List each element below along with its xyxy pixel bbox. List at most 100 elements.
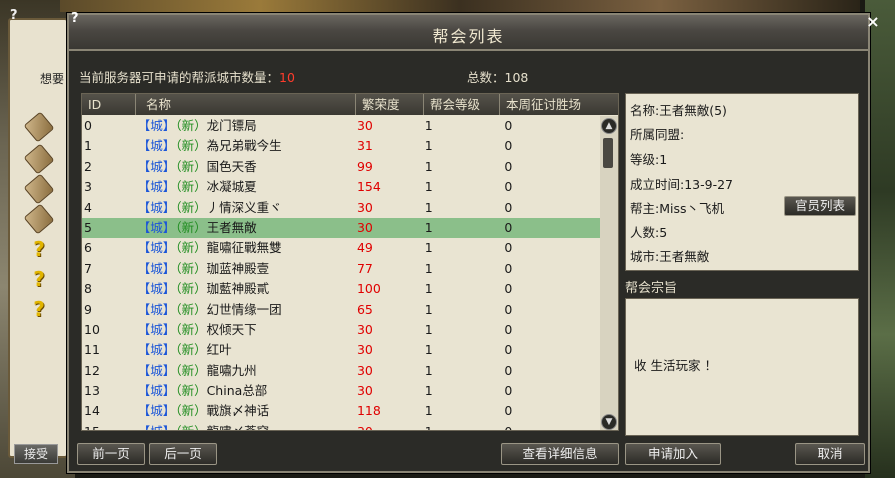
scrollbar-thumb[interactable] [603,138,613,168]
new-tag: （新） [175,301,207,317]
row-id: 6 [84,240,92,256]
row-honor: 30 [356,383,373,399]
row-honor: 30 [355,422,423,430]
header-honor[interactable]: 繁荣度 [356,94,424,115]
row-level: 1 [424,403,433,419]
info-members: 人数:5 [630,225,668,240]
table-row[interactable]: 6 【城】（新）龍嘯征戰無雙 49 1 0 [82,238,602,258]
row-name: 【城】（新）王者無敵 [138,218,355,238]
row-level: 1 [424,219,433,235]
guild-name: 冰凝城夏 [206,179,257,195]
dialog-title: 帮会列表 [432,27,505,46]
yellow-question-icon[interactable]: ? [28,238,50,260]
new-tag: （新） [175,342,207,358]
table-row[interactable]: 9 【城】（新）幻世情缘一团 65 1 0 [82,300,602,320]
table-row[interactable]: 11 【城】（新）红叶 30 1 0 [82,340,602,360]
table-row[interactable]: 15【城】（新）龍嘯〆蒼穹3010 [82,422,602,430]
row-level: 1 [424,281,433,297]
row-name: 【城】（新）龍嘯〆蒼穹 [138,422,355,430]
row-honor: 30 [356,219,373,235]
scroll-icon[interactable] [23,173,55,205]
row-wins: 0 [504,301,513,317]
officer-list-button[interactable]: 官员列表 [784,196,856,216]
scroll-icon[interactable] [23,111,55,143]
row-honor: 99 [356,158,373,174]
city-tag: 【城】 [137,179,176,195]
city-count-value: 10 [279,70,295,85]
guild-table: ID 名称 繁荣度 帮会等级 本周征讨胜场 0 【城】（新）龙门镖局 30 1 0 1 【城… [81,93,619,431]
row-wins: 0 [504,342,513,358]
row-level: 1 [424,118,433,133]
row-level: 1 [424,301,433,317]
table-row[interactable]: 0 【城】（新）龙门镖局 30 1 0 [82,116,602,136]
row-name: 【城】（新）国色天香 [138,157,355,177]
header-id[interactable]: ID [82,94,136,115]
guild-info-panel: 名称:王者無敵(5) 所属同盟: 等级:1 成立时间:13-9-27 帮主:Mi… [625,93,859,271]
table-row[interactable]: 8 【城】（新）珈藍神殿貳 100 1 0 [82,279,602,299]
close-icon[interactable]: × [862,11,884,33]
row-level: 1 [423,422,503,430]
accept-button[interactable]: 接受 [14,444,58,464]
new-tag: （新） [175,179,207,195]
row-wins: 0 [504,403,513,419]
table-row[interactable]: 2 【城】（新）国色天香 99 1 0 [82,157,602,177]
guild-name: 王者無敵 [206,219,257,235]
row-wins: 0 [504,281,513,297]
city-tag: 【城】 [137,301,176,317]
help-icon[interactable]: ? [10,8,18,23]
cancel-button[interactable]: 取消 [795,443,865,465]
table-row[interactable]: 1 【城】（新）為兄弟戰今生 31 1 0 [82,136,602,156]
table-body: 0 【城】（新）龙门镖局 30 1 0 1 【城】（新）為兄弟戰今生 31 1 0 2 【城】（新）国… [82,116,602,430]
prev-page-button[interactable]: 前一页 [77,443,145,465]
row-level: 1 [424,179,433,195]
row-id: 13 [84,383,100,399]
header-wins[interactable]: 本周征讨胜场 [500,94,618,115]
row-name: 【城】（新）幻世情缘一团 [138,300,355,320]
guild-name: 红叶 [206,342,232,358]
row-id: 4 [84,199,92,215]
row-level: 1 [424,260,433,276]
new-tag: （新） [175,260,207,276]
header-level[interactable]: 帮会等级 [424,94,500,115]
row-name: 【城】（新）权倾天下 [138,320,355,340]
row-wins: 0 [504,383,513,399]
yellow-question-icon[interactable]: ? [28,268,50,290]
new-tag: （新） [175,118,207,133]
row-honor: 100 [356,281,381,297]
scroll-up-icon[interactable]: ▲ [601,118,617,134]
table-row[interactable]: 10 【城】（新）权倾天下 30 1 0 [82,320,602,340]
scroll-icon[interactable] [23,203,55,235]
table-row[interactable]: 13 【城】（新）China总部 30 1 0 [82,381,602,401]
row-level: 1 [424,240,433,256]
guild-name: 珈藍神殿貳 [206,281,270,297]
scroll-down-icon[interactable]: ▼ [601,414,617,430]
row-name: 【城】（新）丿情深义重ヾ [138,198,355,218]
table-row[interactable]: 5 【城】（新）王者無敵 30 1 0 [82,217,602,239]
yellow-question-icon[interactable]: ? [28,298,50,320]
table-row[interactable]: 7 【城】（新）珈蓝神殿壹 77 1 0 [82,259,602,279]
row-wins: 0 [504,321,513,337]
row-id: 8 [84,281,92,297]
city-count-label: 当前服务器可申请的帮派城市数量： [79,70,280,85]
row-id: 1 [84,138,92,154]
header-name[interactable]: 名称 [136,94,356,115]
table-row[interactable]: 14 【城】（新）戰旗〆神话 118 1 0 [82,401,602,421]
scroll-icon[interactable] [23,143,55,175]
next-page-button[interactable]: 后一页 [149,443,217,465]
table-row[interactable]: 12 【城】（新）龍嘯九州 30 1 0 [82,361,602,381]
info-level: 等级:1 [630,152,668,167]
new-tag: （新） [175,240,207,256]
row-name: 【城】（新）龍嘯征戰無雙 [138,238,355,258]
city-tag: 【城】 [137,219,176,235]
apply-join-button[interactable]: 申请加入 [625,443,721,465]
table-row[interactable]: 4 【城】（新）丿情深义重ヾ 30 1 0 [82,198,602,218]
view-details-button[interactable]: 查看详细信息 [501,443,619,465]
row-id: 7 [84,260,92,276]
guild-name: 龍嘯征戰無雙 [206,240,282,256]
city-tag: 【城】 [137,240,176,256]
table-scrollbar[interactable]: ▲ ▼ [600,116,618,430]
row-name: 【城】（新）珈藍神殿貳 [138,279,355,299]
new-tag: （新） [175,138,207,154]
table-row[interactable]: 3 【城】（新）冰凝城夏 154 1 0 [82,177,602,197]
row-level: 1 [424,321,433,337]
